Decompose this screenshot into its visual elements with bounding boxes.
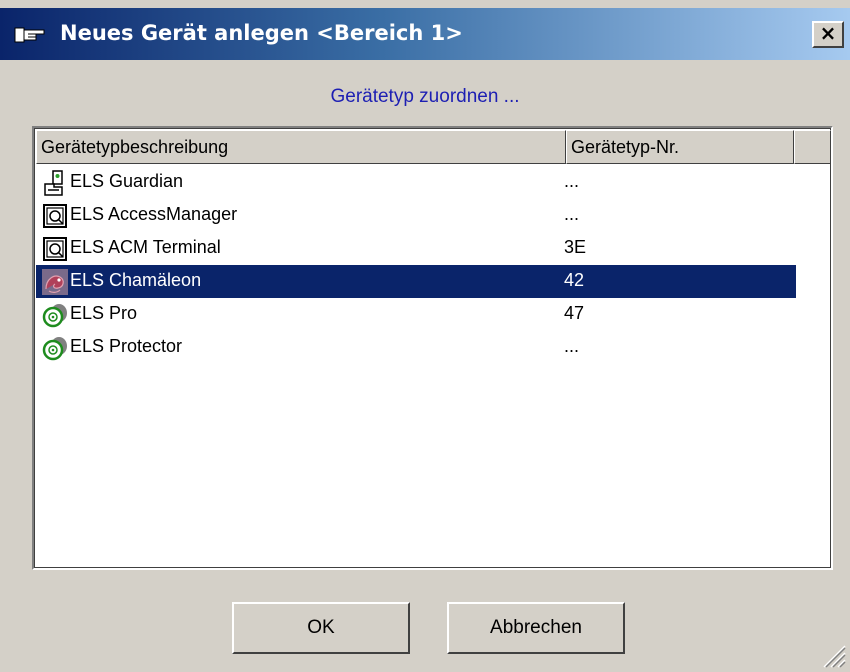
device-description: ELS Protector — [70, 336, 183, 356]
device-description: ELS Guardian — [70, 171, 184, 191]
title-bar[interactable]: Neues Gerät anlegen <Bereich 1> × — [0, 8, 850, 60]
device-description: ELS Pro — [70, 303, 138, 323]
accessmanager-icon — [43, 204, 67, 228]
device-type-list[interactable]: Gerätetypbeschreibung Gerätetyp-Nr. ELS … — [32, 126, 833, 570]
device-type-number: ... — [564, 171, 580, 191]
list-item[interactable]: ELS Pro 47 — [36, 298, 796, 331]
cancel-button[interactable]: Abbrechen — [447, 602, 625, 654]
device-type-number: 42 — [564, 270, 585, 290]
column-header-description[interactable]: Gerätetypbeschreibung — [36, 130, 566, 164]
device-type-number: ... — [564, 336, 580, 356]
window-title: Neues Gerät anlegen <Bereich 1> — [60, 21, 463, 45]
column-header-number[interactable]: Gerätetyp-Nr. — [566, 130, 794, 164]
list-item[interactable]: ELS Protector ... — [36, 331, 796, 364]
list-item[interactable]: ELS ACM Terminal 3E — [36, 232, 796, 265]
cylinder-icon — [42, 337, 67, 361]
resize-grip-icon[interactable] — [818, 640, 846, 668]
acm-terminal-icon — [43, 237, 67, 261]
dialog-subtitle: Gerätetyp zuordnen ... — [330, 86, 520, 107]
guardian-icon — [44, 170, 63, 196]
device-type-number: 47 — [564, 303, 585, 323]
hand-pointer-icon — [14, 27, 45, 43]
ok-button[interactable]: OK — [232, 602, 410, 654]
device-description: ELS Chamäleon — [70, 270, 202, 290]
list-header: Gerätetypbeschreibung Gerätetyp-Nr. — [36, 130, 831, 164]
chameleon-icon — [42, 269, 68, 295]
column-header-filler — [794, 130, 831, 164]
device-type-number: 3E — [564, 237, 587, 257]
list-item[interactable]: ELS Guardian ... — [36, 166, 796, 199]
close-button[interactable]: × — [812, 21, 844, 48]
list-item-selected[interactable]: ELS Chamäleon 42 — [36, 265, 796, 298]
cylinder-icon — [42, 304, 67, 328]
dialog-window: Neues Gerät anlegen <Bereich 1> × Geräte… — [0, 0, 850, 672]
device-description: ELS AccessManager — [70, 204, 238, 224]
device-description: ELS ACM Terminal — [70, 237, 221, 257]
list-item[interactable]: ELS AccessManager ... — [36, 199, 796, 232]
device-type-number: ... — [564, 204, 580, 224]
